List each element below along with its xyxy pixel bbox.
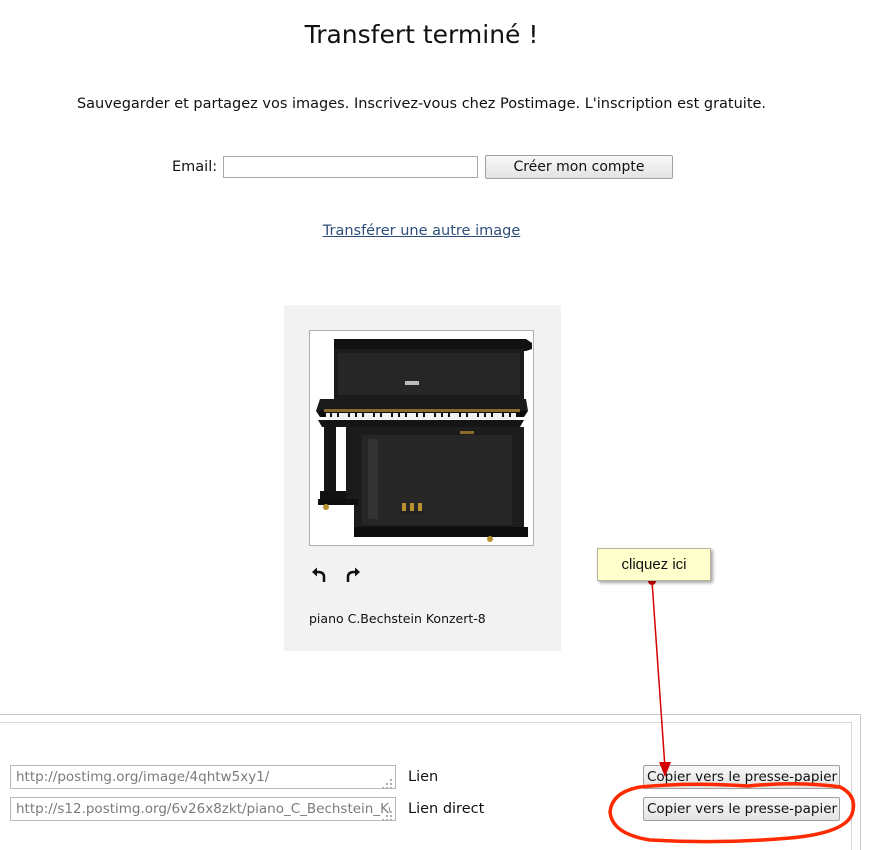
page-title: Transfert terminé !: [304, 20, 539, 49]
create-account-button[interactable]: Créer mon compte: [485, 155, 673, 179]
copy-direct-link-button[interactable]: Copier vers le presse-papier: [643, 797, 840, 821]
rotate-left-icon[interactable]: [310, 566, 328, 584]
upload-another-image-link[interactable]: Transférer une autre image: [323, 223, 521, 239]
email-field[interactable]: [223, 156, 478, 178]
rotate-right-icon[interactable]: [344, 566, 362, 584]
direct-link-label: Lien direct: [408, 801, 485, 817]
page-link-field[interactable]: [10, 765, 396, 789]
callout-tooltip: cliquez ici: [597, 548, 711, 581]
email-label: Email:: [172, 159, 218, 175]
signup-tagline: Sauvegarder et partagez vos images. Insc…: [76, 96, 767, 112]
other-image-link-container: Transférer une autre image: [0, 223, 843, 239]
image-thumbnail[interactable]: [309, 330, 534, 546]
copy-page-link-button[interactable]: Copier vers le presse-papier: [643, 765, 840, 789]
piano-image: [310, 331, 533, 545]
direct-link-field[interactable]: [10, 797, 396, 821]
page-link-label: Lien: [408, 769, 439, 785]
image-caption: piano C.Bechstein Konzert-8: [309, 611, 486, 626]
